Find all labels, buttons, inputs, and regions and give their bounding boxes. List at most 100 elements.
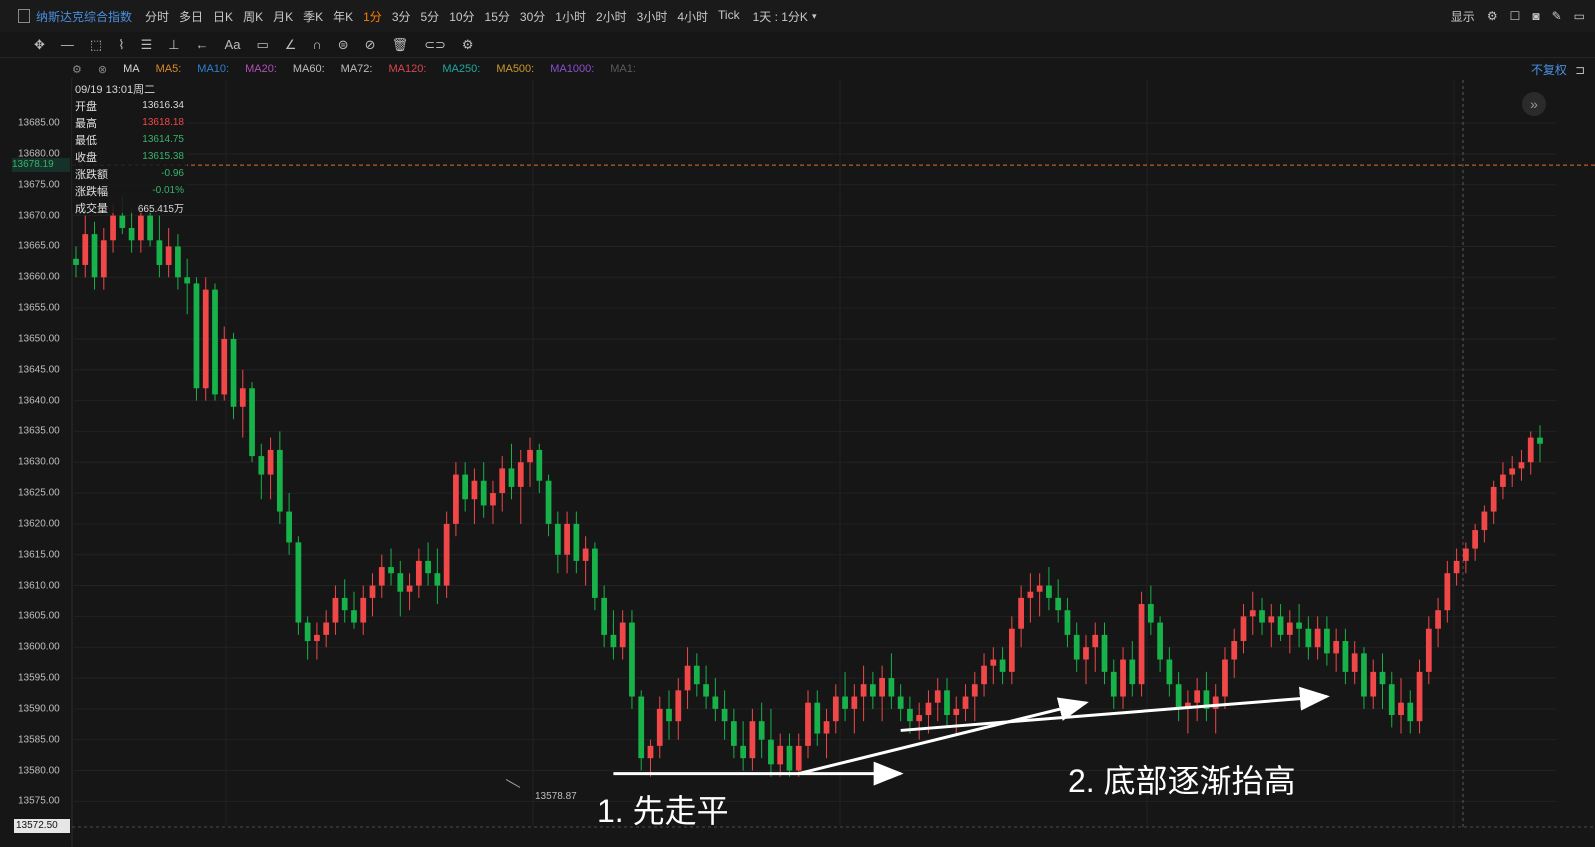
candle-body [406, 585, 413, 592]
candle-body [1286, 622, 1293, 635]
candle-body [1073, 634, 1080, 660]
candle-body [545, 480, 552, 524]
info-value: 13614.75 [142, 134, 184, 145]
candle-body [786, 745, 793, 771]
candle-body [823, 721, 830, 734]
candle-body [1259, 610, 1265, 623]
candle-body [897, 696, 904, 709]
candle-body [267, 449, 274, 475]
expand-panel-icon[interactable]: » [1522, 92, 1546, 116]
candle-body [351, 610, 357, 623]
annotation-higher-lows: 2. 底部逐渐抬高 [1068, 763, 1296, 799]
info-label: 涨跌额 [75, 168, 108, 181]
candle-body [879, 678, 885, 697]
candle-body [295, 542, 302, 623]
candle-body [610, 634, 617, 648]
candle-body [119, 215, 126, 228]
candle-body [721, 708, 728, 722]
candle-body [462, 474, 469, 500]
candle-body [453, 474, 459, 524]
candle-body [666, 708, 672, 722]
candle-body [693, 665, 700, 685]
candle-body [647, 745, 654, 759]
info-label: 最高 [75, 117, 97, 130]
candle-body [907, 708, 913, 722]
info-row: 开盘 13616.34 [72, 97, 187, 114]
candle-body [925, 702, 932, 716]
candle-body [981, 665, 987, 685]
low-marker-leader [505, 779, 521, 788]
candle-body [1490, 486, 1497, 512]
candle-body [304, 622, 311, 642]
info-value: -0.96 [161, 168, 184, 179]
candle-body [165, 246, 172, 265]
candle-body [1166, 659, 1173, 685]
info-label: 最低 [75, 134, 97, 147]
candle-body [731, 721, 737, 746]
candle-body [962, 696, 969, 709]
candle-body [638, 696, 645, 759]
info-value: 13616.34 [142, 100, 184, 111]
candle-body [137, 215, 144, 241]
candle-body [128, 227, 135, 241]
candle-body [1036, 585, 1043, 592]
info-value: 13615.38 [142, 151, 184, 162]
candle-body [147, 215, 153, 241]
candle-body [527, 449, 533, 463]
candle-body [1435, 610, 1441, 629]
candle-body [1361, 653, 1367, 697]
candle-body [276, 449, 283, 512]
candle-body [842, 696, 848, 709]
candle-body [1008, 628, 1015, 672]
candle-body [258, 456, 265, 475]
candle-body [1509, 468, 1516, 475]
candle-body [480, 480, 487, 506]
info-value: -0.01% [152, 185, 184, 196]
info-row: 收盘 13615.38 [72, 148, 187, 165]
candle-body [582, 548, 589, 561]
candle-body [953, 708, 960, 716]
candle-body [443, 523, 450, 586]
candle-body [1101, 634, 1108, 672]
candle-body [1398, 702, 1404, 716]
candle-body [1120, 659, 1126, 697]
info-row: 成交量 665.415万 [72, 199, 187, 216]
candle-body [916, 715, 923, 722]
candle-body [471, 480, 478, 500]
candle-body [425, 560, 431, 574]
candle-body [110, 215, 116, 241]
candle-body [888, 678, 895, 697]
candle-body [971, 684, 978, 697]
candle-body [230, 338, 237, 407]
candle-body [1231, 641, 1238, 660]
candle-body [712, 696, 719, 709]
candle-body [1018, 597, 1024, 629]
candle-body [573, 523, 580, 561]
candle-body [1157, 622, 1163, 660]
candle-body [397, 573, 404, 592]
candle-body [777, 745, 784, 765]
candle-body [1518, 462, 1525, 469]
candle-body [832, 696, 839, 722]
candle-body [1240, 616, 1247, 642]
candle-body [619, 622, 626, 648]
candle-body [805, 702, 811, 746]
candle-body [1425, 628, 1432, 672]
info-row: 涨跌额 -0.96 [72, 165, 187, 182]
candle-body [814, 702, 821, 734]
ohlc-info-panel: 09/19 13:01周二 开盘 13616.34 最高 13618.18 最低 1361… [72, 79, 187, 216]
candle-body [239, 388, 246, 407]
candle-body [1416, 671, 1423, 722]
candlestick-chart[interactable] [0, 0, 1595, 847]
candle-body [249, 388, 255, 457]
candle-body [369, 585, 376, 598]
candle-body [434, 573, 441, 586]
candle-body [851, 696, 858, 709]
candle-body [554, 523, 561, 555]
info-label: 涨跌幅 [75, 185, 108, 198]
candle-body [156, 240, 163, 265]
candle-body [360, 597, 367, 623]
candle-body [1138, 604, 1145, 685]
candle-body [499, 468, 506, 494]
candle-body [1481, 511, 1488, 531]
